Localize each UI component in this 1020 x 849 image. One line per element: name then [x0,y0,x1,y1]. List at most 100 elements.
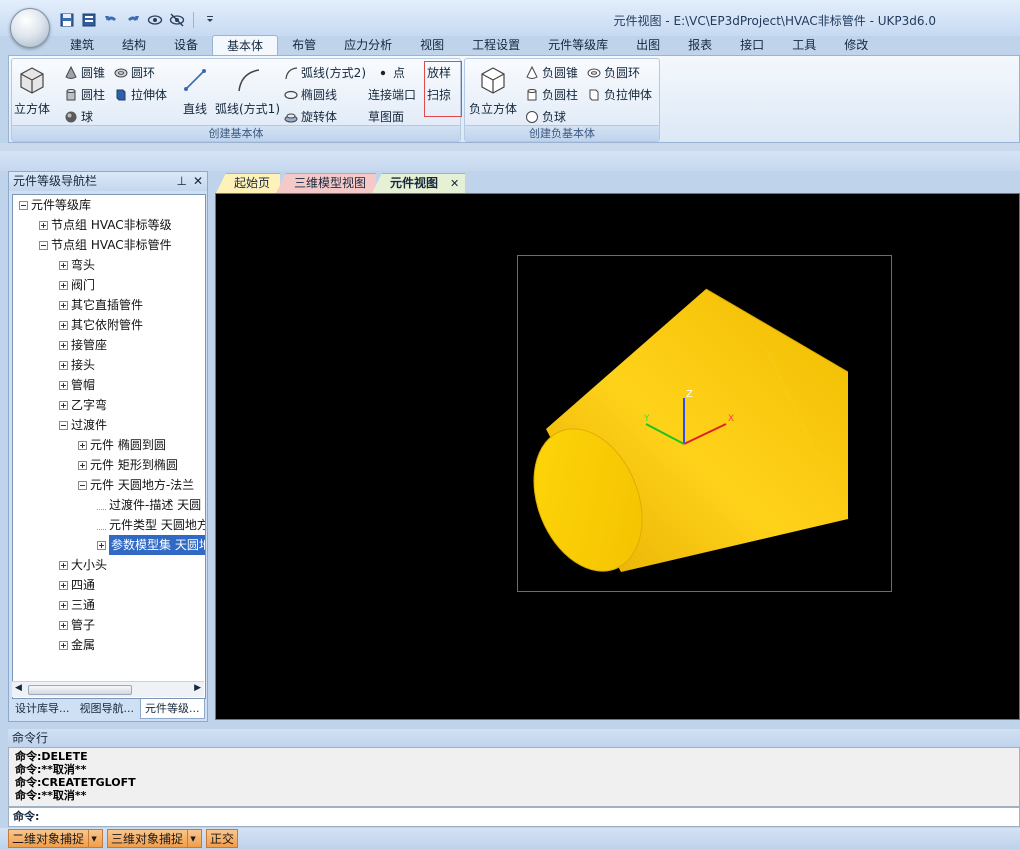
component-tree[interactable]: 元件等级库 节点组 HVAC非标等级 节点组 HVAC非标管件 弯头 阀门 其它… [12,194,206,699]
tab-equipment[interactable]: 设备 [160,35,212,56]
tab-stress-analysis[interactable]: 应力分析 [330,35,406,56]
snap-2d-button[interactable]: 二维对象捕捉 ▼ [8,829,104,848]
tab-component-spec[interactable]: 元件等级库 [534,35,622,56]
close-tab-icon[interactable]: ✕ [450,174,459,193]
expand-icon[interactable] [59,640,68,650]
tab-piping[interactable]: 布管 [278,35,330,56]
negative-sphere-button[interactable]: 负球 [525,108,566,125]
collapse-icon[interactable] [78,480,87,490]
tab-view[interactable]: 视图 [406,35,458,56]
tab-design-library[interactable]: 设计库导... [11,699,74,719]
tree-node[interactable]: 元件 矩形到椭圆 [78,455,178,475]
tree-node[interactable]: 金属 [59,635,95,655]
tree-node[interactable]: 三通 [59,595,95,615]
expand-icon[interactable] [78,460,87,470]
expand-icon[interactable] [59,300,68,310]
tab-reports[interactable]: 报表 [674,35,726,56]
scroll-left-icon[interactable]: ◀ [15,683,22,693]
command-input[interactable]: 命令: [8,807,1020,827]
save-icon[interactable] [58,11,76,29]
expand-icon[interactable] [59,260,68,270]
expand-icon[interactable] [97,540,106,550]
tab-interface[interactable]: 接口 [726,35,778,56]
tree-node[interactable]: 元件 椭圆到圆 [78,435,166,455]
tab-drawing[interactable]: 出图 [622,35,674,56]
tab-modify[interactable]: 修改 [830,35,882,56]
tree-node[interactable]: 管子 [59,615,95,635]
tree-node[interactable]: 元件类型 天圆地方 [97,515,205,535]
loft-button[interactable]: 放样 [427,64,451,81]
sweep-button[interactable]: 扫掠 [427,86,451,103]
scroll-right-icon[interactable]: ▶ [194,683,201,693]
expand-icon[interactable] [78,440,87,450]
application-menu-button[interactable] [10,8,50,48]
ellipse-button[interactable]: 椭圆线 [284,86,337,103]
tree-node[interactable]: 节点组 HVAC非标等级 [39,215,172,235]
ortho-button[interactable]: 正交 [206,829,239,848]
sphere-button[interactable]: 球 [64,108,93,125]
expand-icon[interactable] [59,340,68,350]
horizontal-scrollbar[interactable]: ◀ ▶ [12,681,204,697]
expand-icon[interactable] [59,380,68,390]
torus-button[interactable]: 圆环 [114,64,155,81]
cone-button[interactable]: 圆锥 [64,64,105,81]
tab-component-spec-nav[interactable]: 元件等级... [140,699,205,719]
expand-icon[interactable] [59,280,68,290]
negative-cube-button[interactable]: 负立方体 [469,65,517,117]
expand-icon[interactable] [59,320,68,330]
tree-node[interactable]: 管帽 [59,375,95,395]
tab-start-page[interactable]: 起始页 [216,173,281,193]
tab-tools[interactable]: 工具 [778,35,830,56]
chevron-down-icon[interactable]: ▼ [187,830,198,847]
scrollbar-thumb[interactable] [28,685,132,695]
tree-node[interactable]: 元件 天圆地方-法兰 [78,475,194,495]
tab-view-navigation[interactable]: 视图导航... [76,699,139,719]
tree-node[interactable]: 接头 [59,355,95,375]
tree-node[interactable]: 阀门 [59,275,95,295]
undo-icon[interactable] [102,11,120,29]
tab-basic-solids[interactable]: 基本体 [212,35,279,56]
expand-icon[interactable] [59,360,68,370]
tree-node[interactable]: 节点组 HVAC非标管件 [39,235,172,255]
arc-method2-button[interactable]: 弧线(方式2) [284,64,366,81]
revolve-button[interactable]: 旋转体 [284,108,337,125]
negative-cylinder-button[interactable]: 负圆柱 [525,86,578,103]
expand-icon[interactable] [59,580,68,590]
tab-3d-model-view[interactable]: 三维模型视图 [276,173,377,193]
customize-dropdown-icon[interactable] [201,11,219,29]
tab-architecture[interactable]: 建筑 [56,35,108,56]
extrude-button[interactable]: 拉伸体 [114,86,167,103]
3d-viewport[interactable]: Z X Y [215,193,1020,720]
save-as-icon[interactable] [80,11,98,29]
point-button[interactable]: 点 [376,64,405,81]
tree-node[interactable]: 弯头 [59,255,95,275]
expand-icon[interactable] [59,400,68,410]
sketch-plane-button[interactable]: 草图面 [368,108,404,125]
tree-node[interactable]: 过渡件-描述 天圆 [97,495,201,515]
tab-structure[interactable]: 结构 [108,35,160,56]
expand-icon[interactable] [59,600,68,610]
cylinder-button[interactable]: 圆柱 [64,86,105,103]
negative-torus-button[interactable]: 负圆环 [587,64,640,81]
collapse-icon[interactable] [39,240,48,250]
tree-node[interactable]: 其它依附管件 [59,315,143,335]
collapse-icon[interactable] [19,200,28,210]
tree-node[interactable]: 大小头 [59,555,107,575]
negative-cone-button[interactable]: 负圆锥 [525,64,578,81]
cube-button[interactable]: 立方体 [14,65,50,117]
tree-node[interactable]: 四通 [59,575,95,595]
negative-extrude-button[interactable]: 负拉伸体 [587,86,652,103]
expand-icon[interactable] [59,620,68,630]
snap-3d-button[interactable]: 三维对象捕捉 ▼ [107,829,203,848]
line-button[interactable]: 直线 [180,65,210,117]
tree-node[interactable]: 乙字弯 [59,395,107,415]
arc-method1-button[interactable]: 弧线(方式1) [215,65,280,117]
chevron-down-icon[interactable]: ▼ [88,830,99,847]
tab-project-settings[interactable]: 工程设置 [458,35,534,56]
collapse-icon[interactable] [59,420,68,430]
close-icon[interactable]: ✕ [193,172,203,191]
tree-node[interactable]: 接管座 [59,335,107,355]
tree-node[interactable]: 其它直插管件 [59,295,143,315]
tree-node-selected[interactable]: 参数模型集 天圆地 [97,535,205,555]
pin-icon[interactable]: ⊥ [176,172,186,191]
